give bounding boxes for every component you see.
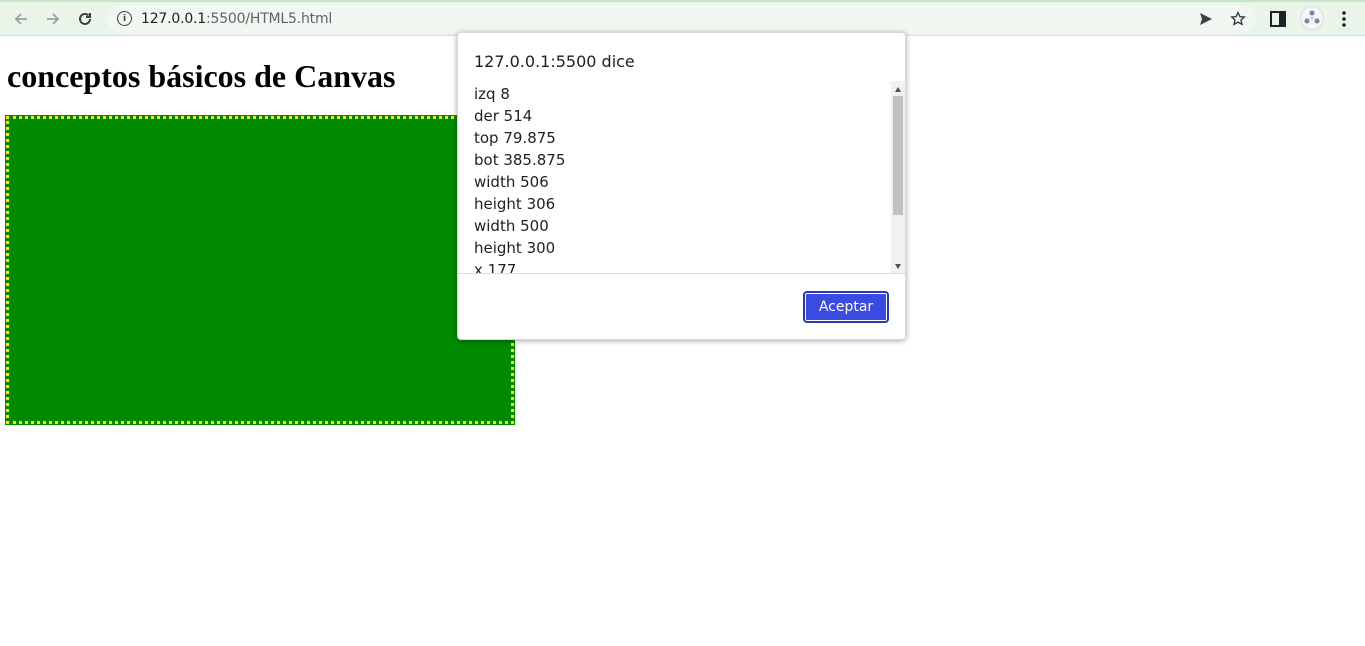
dialog-line: height 300 [474,239,556,257]
side-panel-icon[interactable] [1268,9,1288,29]
dialog-line: height 306 [474,195,556,213]
dialog-message-lines: izq 8 der 514 top 79.875 bot 385.875 width 5… [474,83,566,274]
dialog-line: top 79.875 [474,129,556,147]
dialog-title: 127.0.0.1:5500 dice [474,52,635,71]
dialog-line: bot 385.875 [474,151,566,169]
dialog-line: der 514 [474,107,533,125]
dialog-scrollbar[interactable] [891,81,905,273]
browser-menu-icon[interactable] [1334,9,1354,29]
dialog-line: width 506 [474,173,549,191]
page-title: conceptos básicos de Canvas [7,58,396,94]
address-bar[interactable]: i 127.0.0.1:5500/HTML5.html [107,5,1256,33]
scroll-down-arrow-icon[interactable] [895,264,901,269]
dialog-line: width 500 [474,217,549,235]
scroll-up-arrow-icon[interactable] [895,87,901,92]
forward-arrow-icon[interactable] [40,6,66,32]
alert-dialog: 127.0.0.1:5500 dice izq 8 der 514 top 79.8… [457,32,906,340]
url-path: :5500/HTML5.html [206,11,333,27]
reload-icon[interactable] [72,6,98,32]
accept-button[interactable]: Aceptar [803,291,889,323]
browser-toolbar: i 127.0.0.1:5500/HTML5.html [0,0,1365,36]
dialog-message: izq 8 der 514 top 79.875 bot 385.875 width 5… [458,81,905,274]
canvas-rectangle [5,115,515,425]
dialog-line: x 177 [474,261,517,274]
dialog-line: izq 8 [474,85,510,103]
scrollbar-thumb[interactable] [893,96,903,215]
site-info-icon[interactable]: i [117,11,132,26]
url-text: 127.0.0.1:5500/HTML5.html [141,11,332,27]
send-icon[interactable] [1197,10,1215,28]
bookmark-star-icon[interactable] [1229,10,1247,28]
url-host: 127.0.0.1 [141,11,206,27]
back-arrow-icon[interactable] [8,6,34,32]
profile-avatar-icon[interactable] [1300,6,1324,30]
